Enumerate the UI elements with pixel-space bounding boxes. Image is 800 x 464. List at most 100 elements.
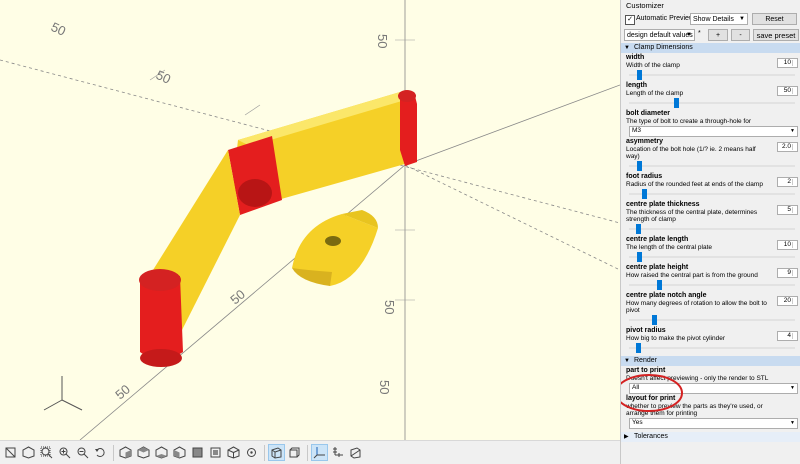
param-spinbox[interactable]: 2.0 (777, 142, 798, 152)
view-front-icon[interactable] (189, 444, 206, 461)
3d-viewport[interactable]: 50 50 50 50 50 50 50 (0, 0, 620, 440)
param-slider[interactable] (629, 314, 800, 326)
slider-track (629, 102, 795, 104)
param-description: Radius of the rounded feet at ends of th… (626, 181, 763, 188)
perspective-icon[interactable] (268, 444, 285, 461)
chevron-down-icon: ▼ (686, 32, 692, 38)
param-select[interactable]: Yes ▼ (629, 418, 798, 429)
chevron-down-icon: ▼ (790, 128, 795, 134)
param-spinbox[interactable]: 10 (777, 240, 798, 250)
axis-label-z-low: 50 (377, 380, 392, 394)
remove-preset-button[interactable]: - (731, 29, 750, 41)
slider-thumb[interactable] (657, 280, 663, 290)
show-scale-icon[interactable] (329, 444, 346, 461)
toolbar-separator (113, 444, 114, 461)
param-name: bolt diameter (626, 110, 670, 117)
slider-track (629, 165, 795, 167)
param-name: pivot radius (626, 327, 666, 334)
view-left-icon[interactable] (171, 444, 188, 461)
axis-label-z-top: 50 (375, 34, 390, 48)
section-clamp-dimensions[interactable]: ▼ Clamp Dimensions (621, 43, 800, 53)
slider-track (629, 284, 795, 286)
preview-icon[interactable] (20, 444, 37, 461)
auto-preview-checkbox[interactable]: ✓ (625, 15, 635, 25)
param-centre-plate-length: centre plate length The length of the cen… (621, 235, 800, 263)
param-slider[interactable] (629, 342, 800, 354)
toolbar-separator (264, 444, 265, 461)
customizer-options-row: ✓ Automatic Preview Show Details ▼ Reset (621, 12, 800, 27)
toolbar-separator (307, 444, 308, 461)
zoom-out-icon[interactable] (74, 444, 91, 461)
clamp-params-list: width Width of the clamp 10 length Length of… (621, 53, 800, 354)
show-edges-icon[interactable] (347, 444, 364, 461)
reset-view-icon[interactable] (92, 444, 109, 461)
section-title: Clamp Dimensions (634, 44, 693, 51)
view-back-icon[interactable] (207, 444, 224, 461)
reset-button[interactable]: Reset (752, 13, 797, 25)
chevron-down-icon: ▼ (790, 420, 795, 426)
render-icon[interactable] (2, 444, 19, 461)
param-description: How raised the central part is from the … (626, 272, 758, 279)
y-axis-neg (404, 164, 620, 271)
param-centre-plate-height: centre plate height How raised the centra… (621, 263, 800, 291)
slider-thumb[interactable] (673, 98, 679, 108)
param-name: centre plate height (626, 264, 689, 271)
add-preset-button[interactable]: + (708, 29, 728, 41)
param-spinbox[interactable]: 2 (777, 177, 798, 187)
param-spinbox[interactable]: 20 (777, 296, 798, 306)
section-tolerances[interactable]: ▶ Tolerances (621, 432, 800, 442)
param-description: How big to make the pivot cylinder (626, 335, 725, 342)
details-select[interactable]: Show Details ▼ (690, 13, 748, 25)
view-diagonal-icon[interactable] (225, 444, 242, 461)
orthogonal-icon[interactable] (286, 444, 303, 461)
slider-thumb[interactable] (652, 315, 658, 325)
param-length: length Length of the clamp 50 (621, 81, 800, 109)
slider-thumb[interactable] (637, 161, 643, 171)
param-slider[interactable] (629, 160, 800, 172)
param-pivot-radius: pivot radius How big to make the pivot cy… (621, 326, 800, 354)
preset-select[interactable]: design default values ▼ (624, 29, 695, 41)
x-axis (404, 84, 620, 166)
param-slider[interactable] (629, 251, 800, 263)
param-slider[interactable] (629, 97, 800, 109)
param-slider[interactable] (629, 223, 800, 235)
param-slider[interactable] (629, 279, 800, 291)
view-right-icon[interactable] (117, 444, 134, 461)
param-spinbox[interactable]: 10 (777, 58, 798, 68)
slider-thumb[interactable] (635, 343, 641, 353)
param-slider[interactable] (629, 69, 800, 81)
viewport-canvas[interactable]: 50 50 50 50 50 50 50 (0, 0, 620, 440)
save-preset-button[interactable]: save preset (753, 29, 799, 41)
param-spinbox[interactable]: 50 (777, 86, 798, 96)
preset-row: design default values ▼ * + - save preset (621, 27, 800, 43)
param-name: length (626, 82, 647, 89)
annotation-circle (621, 374, 683, 412)
show-axes-icon[interactable] (311, 444, 328, 461)
axis-label-x-far: 50 (49, 19, 68, 39)
slider-thumb[interactable] (635, 224, 641, 234)
section-render[interactable]: ▼ Render (621, 356, 800, 366)
auto-preview-label: Automatic Preview (636, 15, 694, 22)
param-spinbox[interactable]: 9 (777, 268, 798, 278)
param-name: asymmetry (626, 138, 663, 145)
param-name: width (626, 54, 645, 61)
slider-thumb[interactable] (637, 252, 643, 262)
view-all-icon[interactable] (38, 444, 55, 461)
slider-track (629, 256, 795, 258)
param-select[interactable]: M3 ▼ (629, 126, 798, 137)
view-center-icon[interactable] (243, 444, 260, 461)
param-spinbox[interactable]: 5 (777, 205, 798, 215)
param-slider[interactable] (629, 188, 800, 200)
view-top-icon[interactable] (135, 444, 152, 461)
param-description: The type of bolt to create a through-hol… (626, 118, 752, 125)
slider-thumb[interactable] (637, 70, 643, 80)
view-bottom-icon[interactable] (153, 444, 170, 461)
details-select-value: Show Details (693, 16, 734, 23)
customizer-title: Customizer (621, 0, 800, 12)
param-spinbox[interactable]: 4 (777, 331, 798, 341)
slider-thumb[interactable] (642, 189, 648, 199)
axis-label-x-neg: 50 (154, 67, 173, 87)
zoom-in-icon[interactable] (56, 444, 73, 461)
expanded-triangle-icon: ▼ (624, 358, 630, 364)
param-name: centre plate notch angle (626, 292, 707, 299)
